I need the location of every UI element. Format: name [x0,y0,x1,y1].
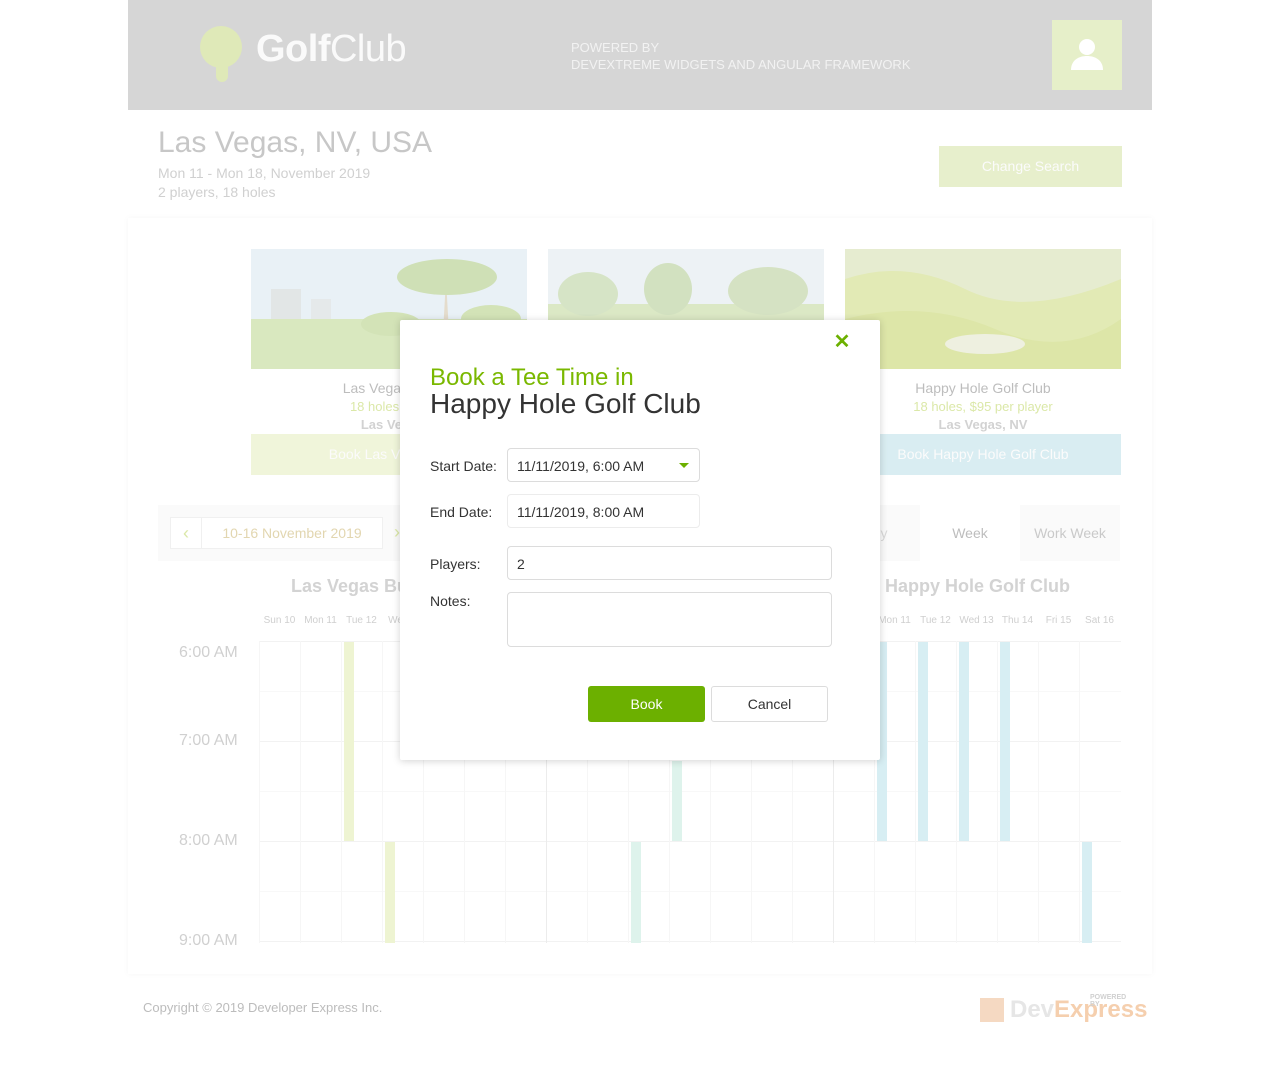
notes-textarea[interactable] [507,592,832,647]
book-button[interactable]: Book [588,686,705,722]
start-date-label: Start Date: [430,458,497,474]
end-date-value: 11/11/2019, 8:00 AM [517,504,645,520]
chevron-down-icon[interactable] [679,463,689,468]
close-icon[interactable]: ✕ [832,332,852,352]
end-date-field[interactable]: 11/11/2019, 8:00 AM [507,494,700,528]
dialog-club-name: Happy Hole Golf Club [430,388,701,419]
start-date-value: 11/11/2019, 6:00 AM [517,458,645,474]
players-field[interactable]: 2 [507,546,832,580]
start-date-select[interactable]: 11/11/2019, 6:00 AM [507,448,700,482]
book-tee-time-dialog: ✕ Book a Tee Time in Happy Hole Golf Clu… [400,320,880,760]
players-label: Players: [430,556,481,572]
end-date-label: End Date: [430,504,493,520]
cancel-button[interactable]: Cancel [711,686,828,722]
players-value: 2 [517,556,525,572]
page: GolfClub POWERED BY DEVEXTREME WIDGETS A… [0,0,1280,1080]
notes-label: Notes: [430,593,471,609]
